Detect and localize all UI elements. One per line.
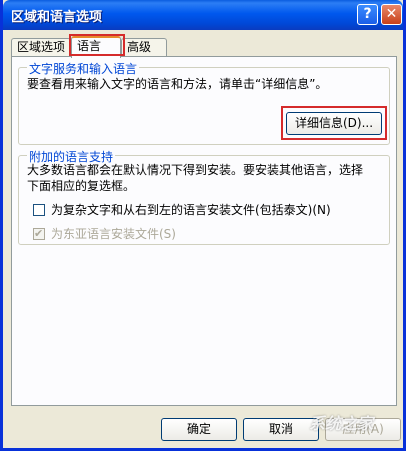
text-services-title: 文字服务和输入语言: [27, 60, 140, 77]
dialog-window: 区域和语言选项 ? ✕ 区域选项 语言 高级 文字服务和输入语言 要查看用来输入…: [0, 0, 406, 451]
east-asian-label: 为东亚语言安装文件(S): [51, 227, 176, 241]
supplemental-description-line1: 大多数语言都会在默认情况下得到安装。要安装其他语言，选择: [27, 163, 364, 177]
complex-script-option[interactable]: 为复杂文字和从右到左的语言安装文件(包括泰文)(N): [33, 202, 331, 218]
close-button[interactable]: ✕: [381, 4, 402, 25]
tab-regional-options[interactable]: 区域选项: [11, 38, 71, 57]
ok-button[interactable]: 确定: [161, 418, 237, 441]
tab-advanced[interactable]: 高级: [121, 38, 167, 57]
supplemental-description-line2: 下面相应的复选框。: [27, 179, 136, 193]
east-asian-checkbox: ✔: [33, 226, 45, 240]
text-services-group: 文字服务和输入语言 要查看用来输入文字的语言和方法，请单击“详细信息”。 详细信…: [18, 60, 390, 145]
watermark-logo: 系统之家: [309, 414, 374, 433]
title-bar[interactable]: 区域和语言选项 ? ✕: [3, 0, 403, 30]
tab-highlight-box: [69, 34, 125, 56]
complex-script-checkbox[interactable]: [33, 203, 45, 216]
east-asian-option: ✔ 为东亚语言安装文件(S): [33, 226, 176, 242]
check-mark-icon: ✔: [34, 226, 44, 240]
supplemental-language-group: 附加的语言支持 大多数语言都会在默认情况下得到安装。要安装其他语言，选择 下面相…: [18, 148, 390, 245]
text-services-description: 要查看用来输入文字的语言和方法，请单击“详细信息”。: [27, 77, 328, 91]
window-title: 区域和语言选项: [11, 10, 103, 25]
help-button[interactable]: ?: [357, 4, 378, 25]
complex-script-label: 为复杂文字和从右到左的语言安装文件(包括泰文)(N): [51, 203, 331, 217]
tab-panel: 文字服务和输入语言 要查看用来输入文字的语言和方法，请单击“详细信息”。 详细信…: [11, 56, 397, 406]
cancel-button[interactable]: 取消: [243, 418, 319, 441]
details-button[interactable]: 详细信息(D)...: [286, 112, 382, 135]
